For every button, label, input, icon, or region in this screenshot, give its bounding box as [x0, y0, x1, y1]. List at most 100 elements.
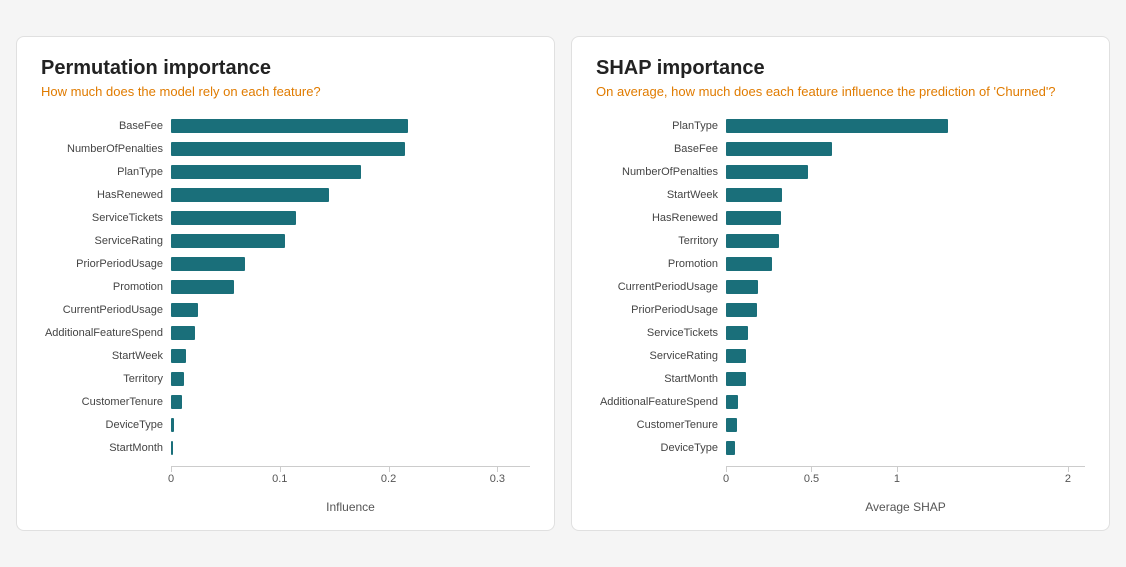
bar-label: BaseFee	[596, 143, 726, 155]
bar-row: StartWeek	[41, 347, 530, 365]
bar-row: ServiceRating	[41, 232, 530, 250]
bar-track	[726, 326, 1085, 340]
bar-track	[726, 303, 1085, 317]
bar-label: DeviceType	[596, 442, 726, 454]
bar-row: BaseFee	[41, 117, 530, 135]
bar-fill	[726, 441, 735, 455]
x-tick-label: 0.2	[381, 473, 396, 485]
x-tick-label: 0	[723, 473, 729, 485]
x-tick-mark	[497, 467, 498, 472]
x-tick-label: 0	[168, 473, 174, 485]
bar-track	[171, 280, 530, 294]
bar-fill	[171, 372, 184, 386]
bar-row: PlanType	[41, 163, 530, 181]
bar-label: ServiceRating	[596, 350, 726, 362]
bar-row: StartMonth	[596, 370, 1085, 388]
bar-fill	[726, 349, 746, 363]
bar-fill	[171, 349, 186, 363]
bar-label: HasRenewed	[596, 212, 726, 224]
bar-track	[726, 234, 1085, 248]
bar-track	[171, 211, 530, 225]
bar-fill	[726, 165, 808, 179]
bar-track	[726, 165, 1085, 179]
bar-fill	[171, 395, 182, 409]
bar-label: Territory	[596, 235, 726, 247]
bar-row: NumberOfPenalties	[41, 140, 530, 158]
bar-track	[171, 188, 530, 202]
bar-row: PriorPeriodUsage	[41, 255, 530, 273]
bar-label: CurrentPeriodUsage	[41, 304, 171, 316]
bar-row: AdditionalFeatureSpend	[596, 393, 1085, 411]
charts-container: Permutation importance How much does the…	[16, 36, 1110, 531]
x-tick-label: 0.1	[272, 473, 287, 485]
bar-track	[726, 280, 1085, 294]
shap-title: SHAP importance	[596, 57, 1085, 80]
bar-label: BaseFee	[41, 120, 171, 132]
bar-label: ServiceTickets	[596, 327, 726, 339]
bar-label: NumberOfPenalties	[41, 143, 171, 155]
x-tick-label: 0.5	[804, 473, 819, 485]
bar-row: ServiceRating	[596, 347, 1085, 365]
bar-track	[726, 418, 1085, 432]
bar-row: PriorPeriodUsage	[596, 301, 1085, 319]
x-tick-mark	[280, 467, 281, 472]
permutation-x-label: Influence	[41, 500, 530, 514]
x-axis: 0 0.5 1 2	[596, 466, 1085, 486]
bar-row: ServiceTickets	[41, 209, 530, 227]
bar-track	[171, 142, 530, 156]
bar-track	[726, 119, 1085, 133]
bar-row: AdditionalFeatureSpend	[41, 324, 530, 342]
bar-track	[171, 165, 530, 179]
bar-label: ServiceTickets	[41, 212, 171, 224]
bar-track	[726, 395, 1085, 409]
bar-track	[171, 441, 530, 455]
bar-label: AdditionalFeatureSpend	[596, 396, 726, 408]
bar-row: Territory	[41, 370, 530, 388]
bar-track	[726, 372, 1085, 386]
bar-fill	[171, 418, 174, 432]
bar-label: CurrentPeriodUsage	[596, 281, 726, 293]
bar-track	[726, 188, 1085, 202]
bar-row: DeviceType	[41, 416, 530, 434]
bar-row: CustomerTenure	[41, 393, 530, 411]
bar-fill	[171, 142, 405, 156]
shap-importance-card: SHAP importance On average, how much doe…	[571, 36, 1110, 531]
shap-bar-chart: PlanType BaseFee NumberOfPenalties StartWee…	[596, 117, 1085, 486]
bar-label: DeviceType	[41, 419, 171, 431]
x-tick-label: 0.3	[490, 473, 505, 485]
bar-track	[726, 257, 1085, 271]
bar-track	[171, 119, 530, 133]
bar-track	[726, 441, 1085, 455]
bar-label: Promotion	[596, 258, 726, 270]
bar-row: StartWeek	[596, 186, 1085, 204]
bar-label: ServiceRating	[41, 235, 171, 247]
bar-row: Promotion	[41, 278, 530, 296]
bar-fill	[171, 165, 361, 179]
bar-fill	[726, 326, 748, 340]
bar-row: HasRenewed	[596, 209, 1085, 227]
x-tick-mark	[171, 467, 172, 472]
bar-fill	[171, 303, 198, 317]
bar-track	[171, 257, 530, 271]
bar-track	[171, 326, 530, 340]
bar-track	[171, 418, 530, 432]
bar-track	[726, 211, 1085, 225]
bar-row: DeviceType	[596, 439, 1085, 457]
x-tick-label: 2	[1065, 473, 1071, 485]
bar-label: HasRenewed	[41, 189, 171, 201]
bar-label: PriorPeriodUsage	[41, 258, 171, 270]
bar-label: StartMonth	[41, 442, 171, 454]
bar-track	[171, 303, 530, 317]
bar-label: StartWeek	[596, 189, 726, 201]
bar-row: CurrentPeriodUsage	[41, 301, 530, 319]
x-tick-label: 1	[894, 473, 900, 485]
bar-row: Territory	[596, 232, 1085, 250]
x-tick-mark	[389, 467, 390, 472]
x-axis: 0 0.1 0.2 0.3	[41, 466, 530, 486]
bar-row: CustomerTenure	[596, 416, 1085, 434]
bar-label: CustomerTenure	[596, 419, 726, 431]
bar-label: NumberOfPenalties	[596, 166, 726, 178]
bar-label: PlanType	[596, 120, 726, 132]
bar-label: PriorPeriodUsage	[596, 304, 726, 316]
bar-label: Promotion	[41, 281, 171, 293]
